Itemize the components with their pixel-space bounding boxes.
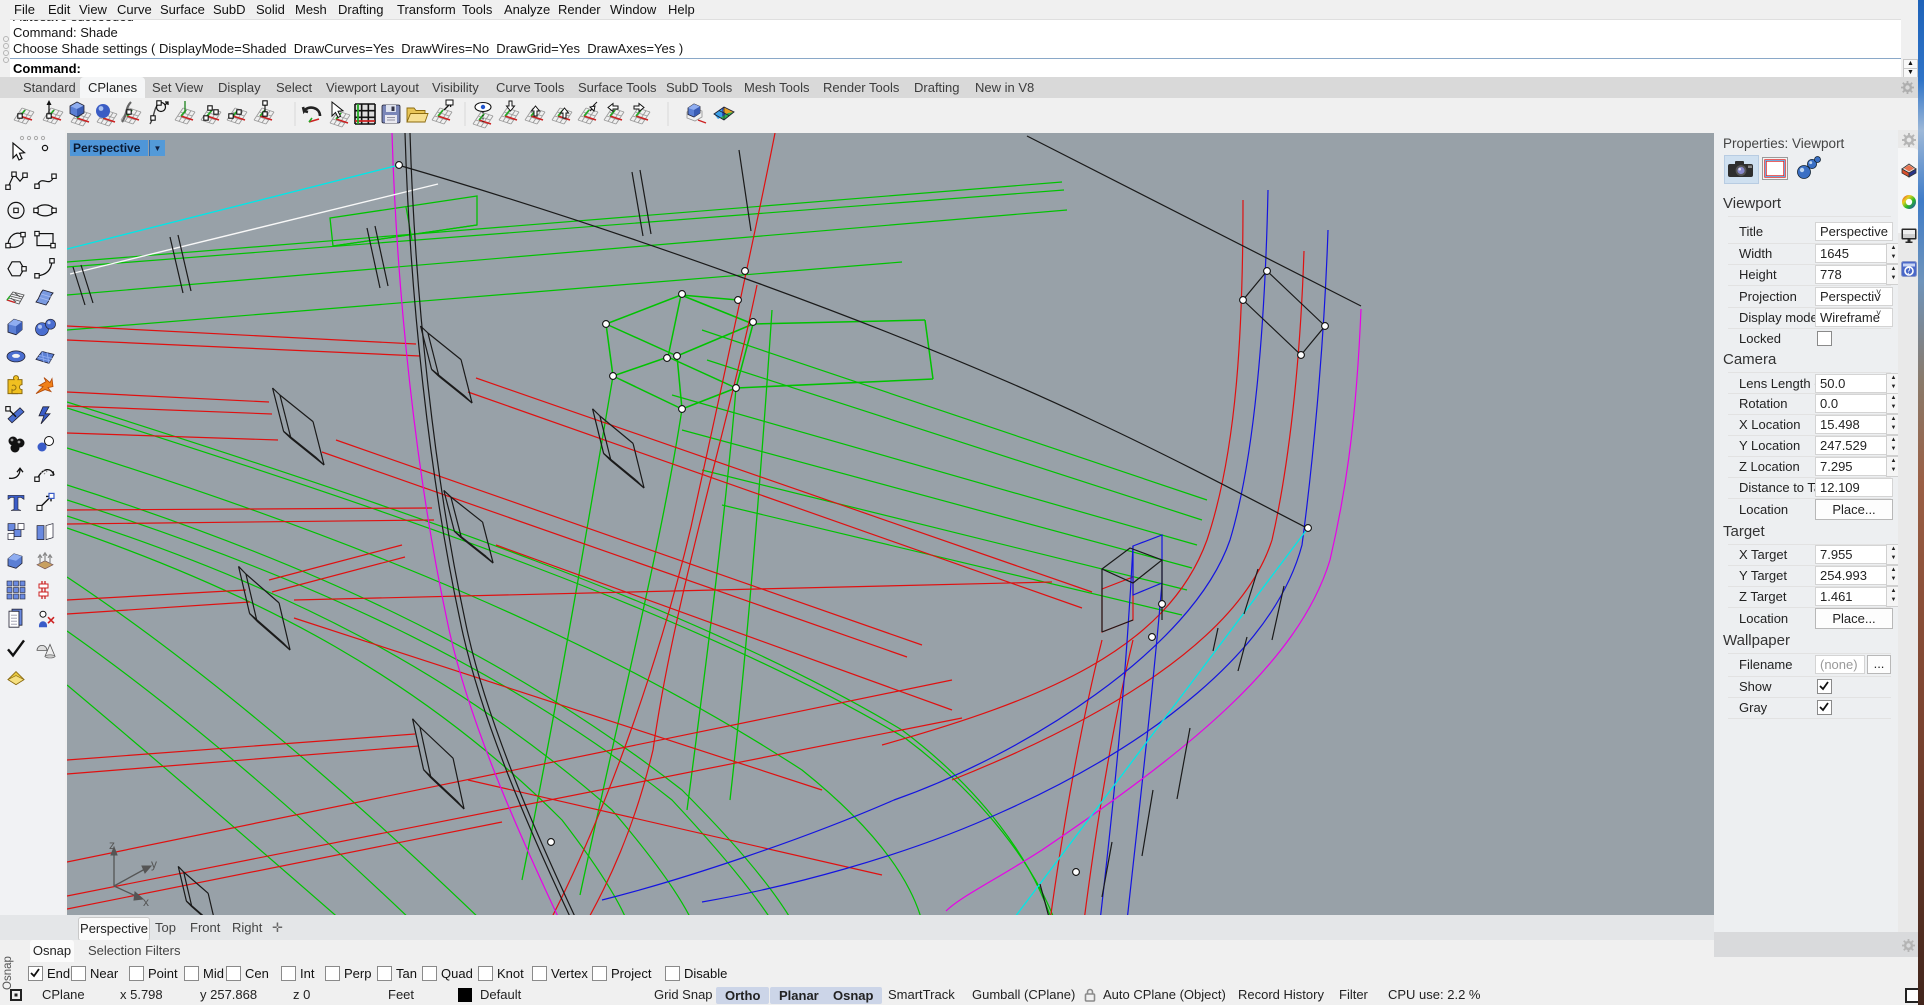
svg-text:y: y: [151, 857, 157, 871]
svg-text:?: ?: [1907, 266, 1911, 276]
svg-text:z: z: [109, 838, 115, 852]
svg-text:x: x: [143, 895, 149, 909]
